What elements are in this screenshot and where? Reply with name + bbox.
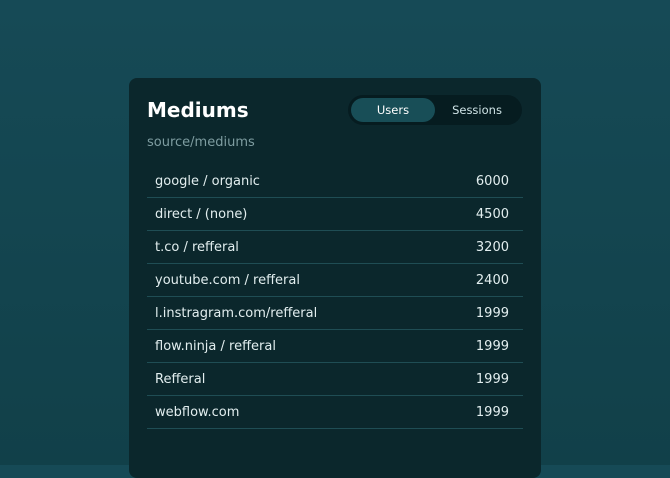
list-item: l.instragram.com/refferal 1999 xyxy=(147,297,523,330)
list-item: Refferal 1999 xyxy=(147,363,523,396)
row-label: Refferal xyxy=(155,371,206,387)
list-item: t.co / refferal 3200 xyxy=(147,231,523,264)
row-value: 6000 xyxy=(475,173,509,189)
row-value: 1999 xyxy=(475,371,509,387)
list-item: google / organic 6000 xyxy=(147,165,523,198)
row-label: t.co / refferal xyxy=(155,239,239,255)
row-label: youtube.com / refferal xyxy=(155,272,300,288)
sessions-toggle-button[interactable]: Sessions xyxy=(435,98,519,122)
row-label: webflow.com xyxy=(155,404,240,420)
list-item: direct / (none) 4500 xyxy=(147,198,523,231)
row-value: 1999 xyxy=(475,338,509,354)
row-value: 3200 xyxy=(475,239,509,255)
mediums-list: google / organic 6000 direct / (none) 45… xyxy=(147,165,523,429)
list-item: webflow.com 1999 xyxy=(147,396,523,429)
row-label: google / organic xyxy=(155,173,260,189)
row-value: 1999 xyxy=(475,305,509,321)
row-value: 1999 xyxy=(475,404,509,420)
card-title: Mediums xyxy=(147,98,249,122)
list-item: youtube.com / refferal 2400 xyxy=(147,264,523,297)
row-value: 4500 xyxy=(475,206,509,222)
users-toggle-button[interactable]: Users xyxy=(351,98,435,122)
mediums-card: Mediums Users Sessions source/mediums go… xyxy=(129,78,541,478)
card-subtitle: source/mediums xyxy=(147,135,255,150)
row-value: 2400 xyxy=(475,272,509,288)
metric-toggle: Users Sessions xyxy=(348,95,522,125)
row-label: direct / (none) xyxy=(155,206,248,222)
row-label: l.instragram.com/refferal xyxy=(155,305,318,321)
list-item: flow.ninja / refferal 1999 xyxy=(147,330,523,363)
row-label: flow.ninja / refferal xyxy=(155,338,276,354)
